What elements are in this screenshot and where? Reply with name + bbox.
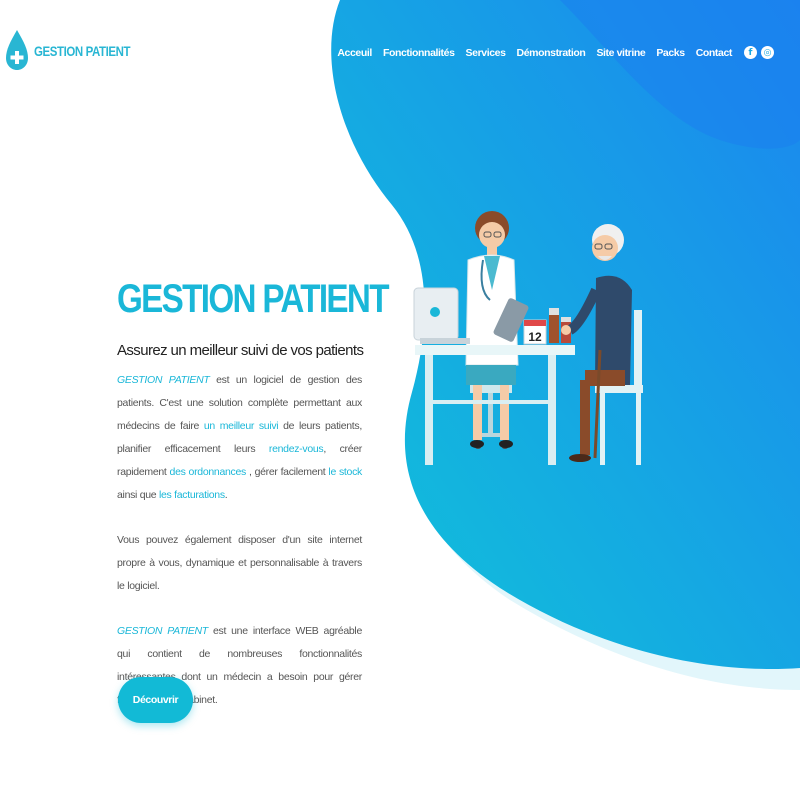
nav-item-acceuil[interactable]: Acceuil	[337, 47, 372, 59]
calendar-day-label: 12	[528, 330, 542, 344]
nav-item-fonctionnalites[interactable]: Fonctionnalités	[383, 47, 455, 59]
drop-cross-icon	[6, 30, 28, 70]
site-paragraph: Vous pouvez également disposer d'un site…	[117, 534, 362, 592]
hero-content: GESTION PATIENT Assurez un meilleur suiv…	[117, 274, 389, 712]
text-run: ainsi que	[117, 489, 159, 501]
nav-item-packs[interactable]: Packs	[656, 47, 685, 59]
brand-mention: GESTION PATIENT	[117, 374, 210, 386]
link-ordonnances[interactable]: des ordonnances	[170, 466, 247, 478]
discover-button[interactable]: Découvrir	[118, 677, 193, 723]
link-stock[interactable]: le stock	[328, 466, 362, 478]
text-run: , gérer facilement	[245, 466, 329, 478]
social-links: f ◎	[744, 46, 774, 59]
brand-mention: GESTION PATIENT	[117, 625, 208, 637]
instagram-icon[interactable]: ◎	[761, 46, 774, 59]
text-run: .	[224, 489, 228, 501]
nav-item-site-vitrine[interactable]: Site vitrine	[596, 47, 645, 59]
nav-item-contact[interactable]: Contact	[696, 47, 733, 59]
site-header: GESTION PATIENT Acceuil Fonctionnalités …	[0, 0, 800, 110]
doctor-patient-illustration: 12	[413, 211, 643, 465]
link-rendez-vous[interactable]: rendez-vous	[269, 443, 324, 455]
facebook-icon[interactable]: f	[744, 46, 757, 59]
brand-name: GESTION PATIENT	[34, 43, 131, 59]
main-nav: Acceuil Fonctionnalités Services Démonst…	[326, 46, 774, 59]
link-suivi[interactable]: un meilleur suivi	[204, 420, 279, 432]
link-facturations[interactable]: les facturations	[159, 489, 225, 501]
intro-paragraph: GESTION PATIENT est un logiciel de gesti…	[117, 369, 362, 507]
nav-item-demonstration[interactable]: Démonstration	[517, 47, 586, 59]
hero-subtitle: Assurez un meilleur suivi de vos patient…	[117, 342, 364, 359]
hero-title: GESTION PATIENT	[117, 277, 389, 321]
nav-item-services[interactable]: Services	[466, 47, 506, 59]
brand-logo[interactable]: GESTION PATIENT	[4, 28, 151, 74]
